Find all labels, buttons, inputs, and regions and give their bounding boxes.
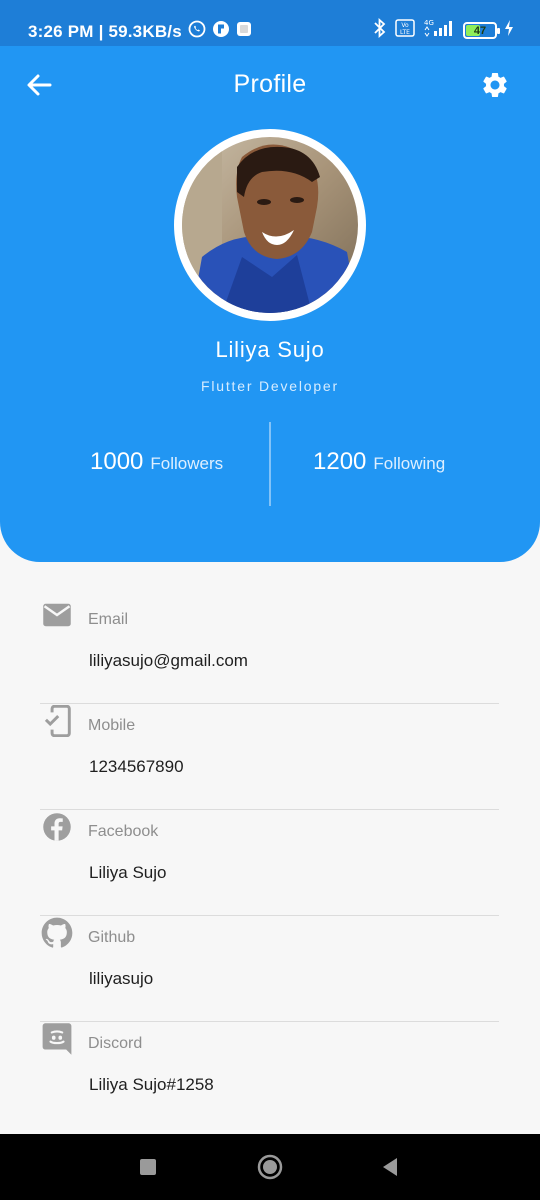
profile-name: Liliya Sujo bbox=[215, 337, 325, 362]
discord-label: Discord bbox=[88, 1035, 143, 1052]
following-label: Following bbox=[373, 454, 446, 473]
signal-icon: 4G bbox=[422, 18, 456, 43]
followers-stat[interactable]: 1000 Followers bbox=[90, 448, 223, 476]
mobile-check-icon bbox=[40, 704, 74, 738]
system-back-button[interactable] bbox=[370, 1134, 410, 1200]
github-value: liliyasujo bbox=[89, 969, 154, 988]
status-time-speed: 3:26 PM | 59.3KB/s bbox=[28, 21, 182, 41]
status-bar: 3:26 PM | 59.3KB/s Vo LTE 4G 47 bbox=[0, 0, 540, 46]
bluetooth-icon bbox=[372, 17, 388, 43]
svg-text:LTE: LTE bbox=[400, 29, 410, 36]
profile-role: Flutter Developer bbox=[201, 378, 339, 394]
gallery-notification-icon bbox=[236, 21, 252, 42]
home-button[interactable] bbox=[250, 1134, 290, 1200]
battery-level: 47 bbox=[473, 24, 487, 37]
list-item-github[interactable]: Github liliyasujo bbox=[40, 916, 499, 1022]
battery-icon: 47 bbox=[463, 22, 500, 39]
profile-header: Profile Liliya Sujo Flutter Developer 10… bbox=[0, 46, 540, 562]
page-title: Profile bbox=[233, 70, 307, 98]
github-icon bbox=[40, 916, 74, 950]
profile-stats: 1000 Followers 1200 Following bbox=[0, 422, 540, 506]
triangle-back-icon bbox=[383, 1158, 397, 1176]
svg-text:Vo: Vo bbox=[401, 22, 409, 29]
followers-count: 1000 bbox=[90, 448, 144, 475]
gear-icon bbox=[483, 73, 507, 97]
facebook-label: Facebook bbox=[88, 823, 159, 840]
following-stat[interactable]: 1200 Following bbox=[313, 448, 445, 476]
facebook-icon bbox=[40, 810, 74, 844]
status-right: Vo LTE 4G 47 bbox=[372, 17, 514, 43]
volte-icon: Vo LTE bbox=[395, 19, 415, 42]
stats-divider bbox=[269, 422, 271, 506]
svg-text:4G: 4G bbox=[424, 19, 434, 27]
email-value: liliyasujo@gmail.com bbox=[89, 651, 248, 670]
avatar-photo bbox=[182, 137, 358, 313]
contact-info-list: Email liliyasujo@gmail.com Mobile 123456… bbox=[40, 598, 499, 1128]
recent-apps-button[interactable] bbox=[128, 1134, 168, 1200]
github-label: Github bbox=[88, 929, 136, 946]
circle-home-icon bbox=[257, 1154, 283, 1180]
system-nav-bar bbox=[0, 1134, 540, 1200]
charging-icon bbox=[504, 19, 514, 42]
avatar[interactable] bbox=[174, 129, 366, 321]
square-icon bbox=[140, 1159, 156, 1175]
list-item-discord[interactable]: Discord Liliya Sujo#1258 bbox=[40, 1022, 499, 1128]
followers-label: Followers bbox=[150, 454, 224, 473]
email-label: Email bbox=[88, 611, 129, 628]
mobile-label: Mobile bbox=[88, 717, 136, 734]
facebook-value: Liliya Sujo bbox=[89, 863, 167, 882]
status-left: 3:26 PM | 59.3KB/s bbox=[28, 20, 252, 43]
settings-button[interactable] bbox=[478, 68, 512, 102]
email-icon bbox=[40, 598, 74, 632]
list-item-mobile[interactable]: Mobile 1234567890 bbox=[40, 704, 499, 810]
list-item-facebook[interactable]: Facebook Liliya Sujo bbox=[40, 810, 499, 916]
mobile-value: 1234567890 bbox=[89, 757, 184, 776]
whatsapp-icon bbox=[188, 20, 206, 43]
discord-icon bbox=[40, 1022, 74, 1056]
following-count: 1200 bbox=[313, 448, 367, 475]
discord-value: Liliya Sujo#1258 bbox=[89, 1075, 214, 1094]
list-item-email[interactable]: Email liliyasujo@gmail.com bbox=[40, 598, 499, 704]
app-notification-icon bbox=[212, 20, 230, 43]
